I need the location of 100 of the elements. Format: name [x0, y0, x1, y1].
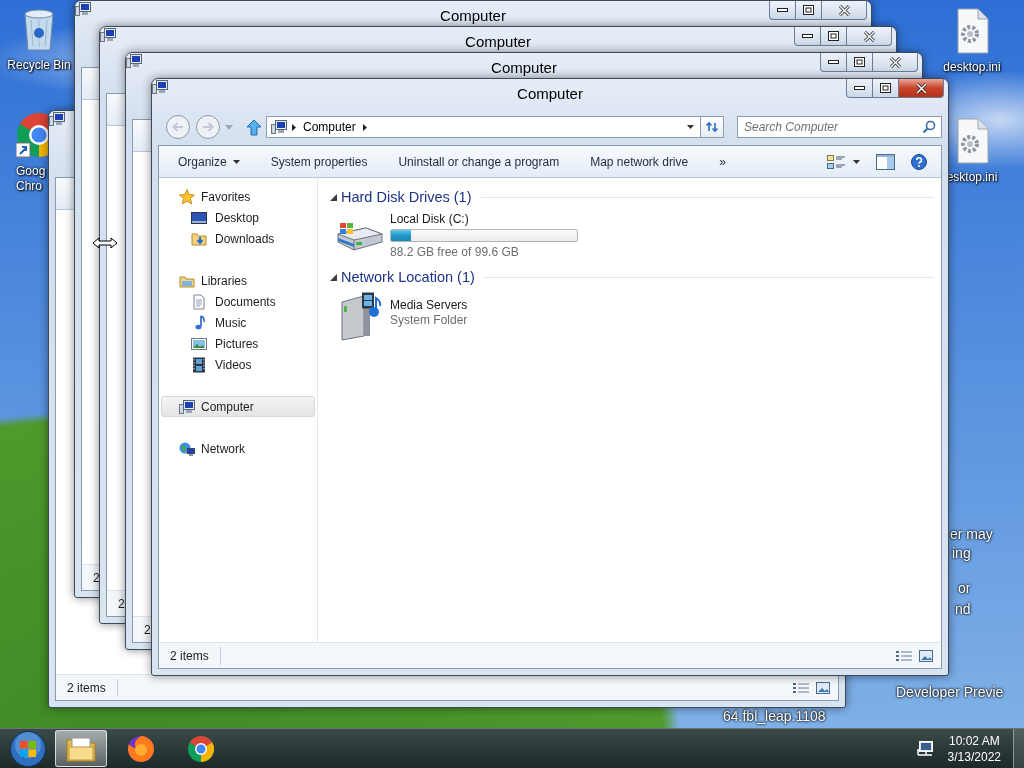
maximize-icon	[854, 57, 865, 67]
film-icon	[191, 356, 207, 373]
caret-icon	[232, 159, 240, 164]
nav-pane-item[interactable]: Videos	[161, 354, 315, 375]
preview-pane-button[interactable]	[874, 151, 897, 172]
search-icon[interactable]	[922, 120, 936, 134]
browser-icon	[187, 734, 215, 763]
breadcrumb-arrow-icon[interactable]	[362, 123, 367, 131]
view-icon	[827, 153, 845, 170]
close-button[interactable]	[899, 79, 944, 98]
show-desktop-button[interactable]	[1013, 729, 1024, 768]
maximize-button[interactable]	[847, 53, 873, 72]
window-title: Computer	[491, 58, 557, 76]
close-icon	[888, 56, 902, 68]
window-title: Computer	[465, 32, 531, 50]
preview-pane-icon	[876, 153, 895, 170]
maximize-icon	[803, 5, 814, 15]
nav-pane-item[interactable]: Downloads	[161, 228, 315, 249]
close-icon	[862, 30, 876, 42]
close-button[interactable]	[822, 1, 867, 20]
icon-label[interactable]: Recycle Bin	[7, 58, 71, 73]
watermark-text: Developer Previe	[896, 684, 1004, 700]
watermark-text: nd	[955, 601, 971, 617]
computer-icon	[271, 119, 287, 135]
maximize-icon	[880, 83, 891, 93]
maximize-icon	[828, 31, 839, 41]
start-button[interactable]	[9, 729, 47, 768]
minimize-button[interactable]	[820, 53, 847, 72]
minimize-button[interactable]	[846, 79, 873, 98]
item-detail: 88.2 GB free of 99.6 GB	[390, 245, 519, 260]
computer-icon	[152, 79, 168, 95]
computer-icon	[49, 111, 65, 127]
search-field[interactable]: Search Computer	[737, 116, 942, 138]
nav-pane-item[interactable]: Favorites	[161, 186, 315, 207]
refresh-icon	[705, 120, 719, 134]
media-server-icon[interactable]	[338, 292, 382, 342]
nav-pane-item[interactable]: Pictures	[161, 333, 315, 354]
browser-icon	[126, 733, 156, 764]
minimize-icon	[854, 86, 865, 90]
breadcrumb[interactable]: Computer	[301, 120, 358, 134]
large-icons-view-icon[interactable]	[816, 681, 830, 694]
icon-label[interactable]: esktop.ini	[946, 170, 998, 185]
close-button[interactable]	[847, 27, 892, 46]
group-header[interactable]: Hard Disk Drives (1)	[341, 189, 472, 205]
item-name[interactable]: Local Disk (C:)	[390, 212, 469, 227]
item-name[interactable]: Media Servers	[390, 298, 468, 313]
nav-pane-item[interactable]: Libraries	[161, 270, 315, 291]
document-icon	[191, 293, 207, 310]
icon-label[interactable]: desktop.ini	[943, 60, 1001, 75]
toolbar-button[interactable]: Map network drive	[579, 150, 700, 173]
minimize-icon	[777, 8, 788, 12]
collapse-arrow-icon[interactable]	[330, 193, 337, 201]
maximize-button[interactable]	[796, 1, 822, 20]
help-icon	[911, 153, 927, 170]
download-folder-icon	[191, 230, 207, 247]
breadcrumb-arrow-icon[interactable]	[292, 123, 296, 131]
minimize-button[interactable]	[769, 1, 796, 20]
close-button[interactable]	[873, 53, 918, 72]
dropdown-arrow-icon[interactable]	[687, 125, 694, 129]
maximize-button[interactable]	[821, 27, 847, 46]
folder-icon	[66, 735, 96, 762]
status-text: 2 items	[56, 678, 118, 697]
minimize-button[interactable]	[794, 27, 821, 46]
collapse-arrow-icon[interactable]	[330, 273, 337, 281]
computer-icon	[75, 1, 91, 17]
up-arrow-icon[interactable]	[246, 118, 262, 136]
close-icon	[914, 82, 928, 94]
nav-pane-item[interactable]: Desktop	[161, 207, 315, 228]
refresh-button[interactable]	[701, 116, 724, 138]
nav-pane-item[interactable]: Documents	[161, 291, 315, 312]
taskbar-button[interactable]	[55, 730, 107, 767]
group-header[interactable]: Network Location (1)	[341, 269, 475, 285]
nav-pane-item[interactable]: Computer	[161, 396, 315, 417]
close-icon	[837, 4, 851, 16]
address-bar[interactable]: Computer	[266, 116, 701, 138]
nav-pane-item[interactable]: Music	[161, 312, 315, 333]
large-icons-view-icon[interactable]	[919, 649, 933, 662]
nav-pane-item[interactable]: Network	[161, 438, 315, 459]
computer-icon	[179, 398, 195, 415]
help-button[interactable]	[909, 151, 929, 172]
network-icon[interactable]	[915, 739, 934, 758]
details-view-icon[interactable]	[896, 649, 912, 662]
menu-button[interactable]: Organize	[167, 150, 251, 173]
watermark-text: er may	[950, 526, 993, 542]
minimize-icon	[802, 34, 813, 38]
icon-label[interactable]: Goog Chro	[16, 164, 46, 194]
watermark-text: ing	[952, 545, 971, 561]
maximize-button[interactable]	[873, 79, 899, 98]
minimize-icon	[828, 60, 839, 64]
details-view-icon[interactable]	[793, 681, 809, 694]
clock-button[interactable]: 10:02 AM 3/13/2022	[947, 732, 1001, 765]
desktop-icon	[191, 209, 207, 226]
status-text: 2 items	[159, 646, 221, 665]
item-detail: System Folder	[390, 313, 468, 328]
toolbar-button[interactable]: System properties	[259, 150, 379, 173]
toolbar-button[interactable]: Uninstall or change a program	[387, 150, 571, 173]
picture-icon	[191, 335, 207, 352]
watermark-text: or	[958, 580, 971, 596]
more-commands-button[interactable]: »	[708, 150, 737, 173]
computer-icon	[100, 27, 116, 43]
